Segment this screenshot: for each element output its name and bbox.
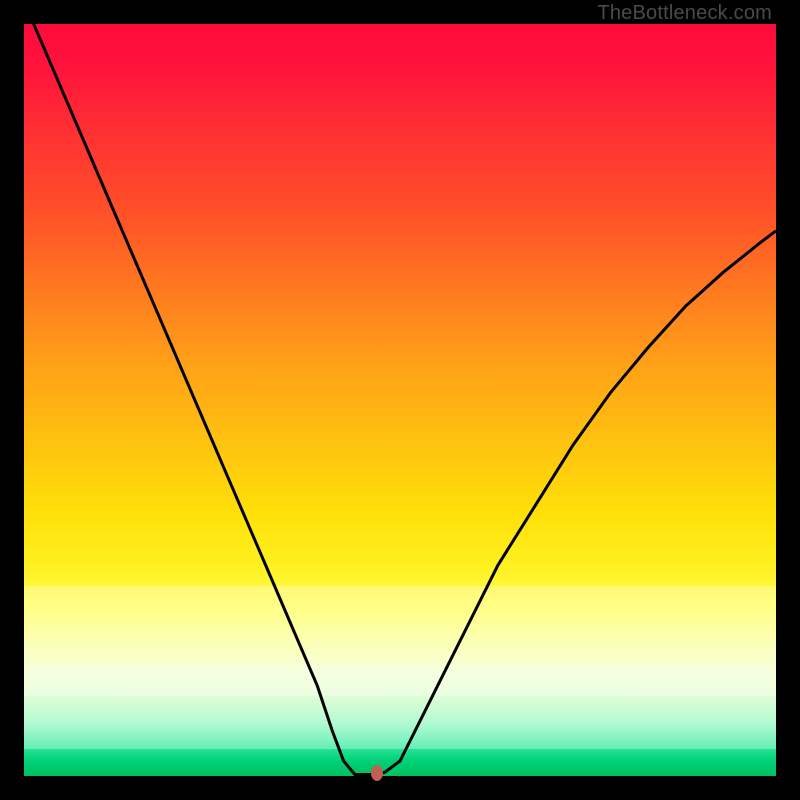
watermark-text: TheBottleneck.com (597, 2, 772, 25)
bottleneck-curve (24, 24, 776, 774)
curve-layer (24, 24, 776, 776)
chart-container: TheBottleneck.com (0, 0, 800, 800)
optimal-marker (371, 765, 383, 781)
